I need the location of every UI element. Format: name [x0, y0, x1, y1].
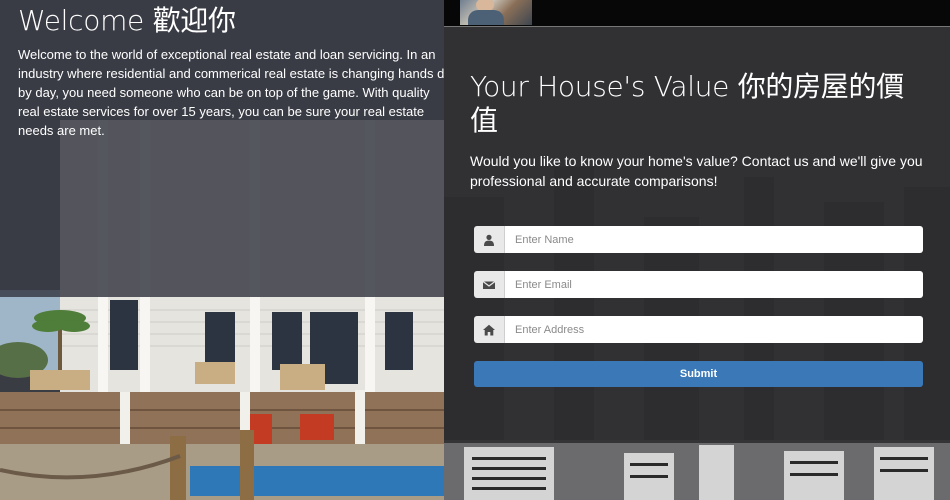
description-line: professional and accurate comparisons!	[470, 173, 718, 189]
title-line: Your House's Value 你的房屋的價	[470, 70, 904, 103]
address-input-group	[474, 316, 923, 343]
welcome-content: Welcome 歡迎你 Welcome to the world of exce…	[18, 4, 444, 140]
welcome-line: real estate services for over 15 years, …	[18, 104, 425, 119]
description-line: Would you like to know your home's value…	[470, 153, 923, 169]
thumbnail-body	[468, 10, 504, 25]
house-value-content: Your House's Value 你的房屋的價 值 Would you li…	[470, 70, 930, 191]
welcome-line: industry where residential and commerica…	[18, 66, 444, 81]
welcome-line: Welcome to the world of exceptional real…	[18, 47, 436, 62]
name-input[interactable]	[505, 226, 923, 253]
email-input-group	[474, 271, 923, 298]
submit-button[interactable]: Submit	[474, 361, 923, 387]
envelope-icon	[474, 271, 505, 298]
address-input[interactable]	[505, 316, 923, 343]
house-value-description: Would you like to know your home's value…	[470, 151, 930, 191]
title-line: 值	[470, 104, 498, 137]
house-value-form: Submit	[474, 226, 923, 387]
welcome-line: by day, you need someone who can be on t…	[18, 85, 430, 100]
user-icon	[474, 226, 505, 253]
profile-thumbnail	[460, 0, 532, 25]
email-input[interactable]	[505, 271, 923, 298]
home-icon	[474, 316, 505, 343]
welcome-title: Welcome 歡迎你	[18, 4, 236, 37]
welcome-line: needs are met.	[18, 123, 105, 138]
house-value-title: Your House's Value 你的房屋的價 值	[470, 70, 930, 138]
welcome-text: Welcome to the world of exceptional real…	[18, 45, 444, 140]
welcome-section: Welcome 歡迎你 Welcome to the world of exce…	[0, 0, 444, 500]
house-value-section: Your House's Value 你的房屋的價 值 Would you li…	[444, 0, 950, 500]
name-input-group	[474, 226, 923, 253]
